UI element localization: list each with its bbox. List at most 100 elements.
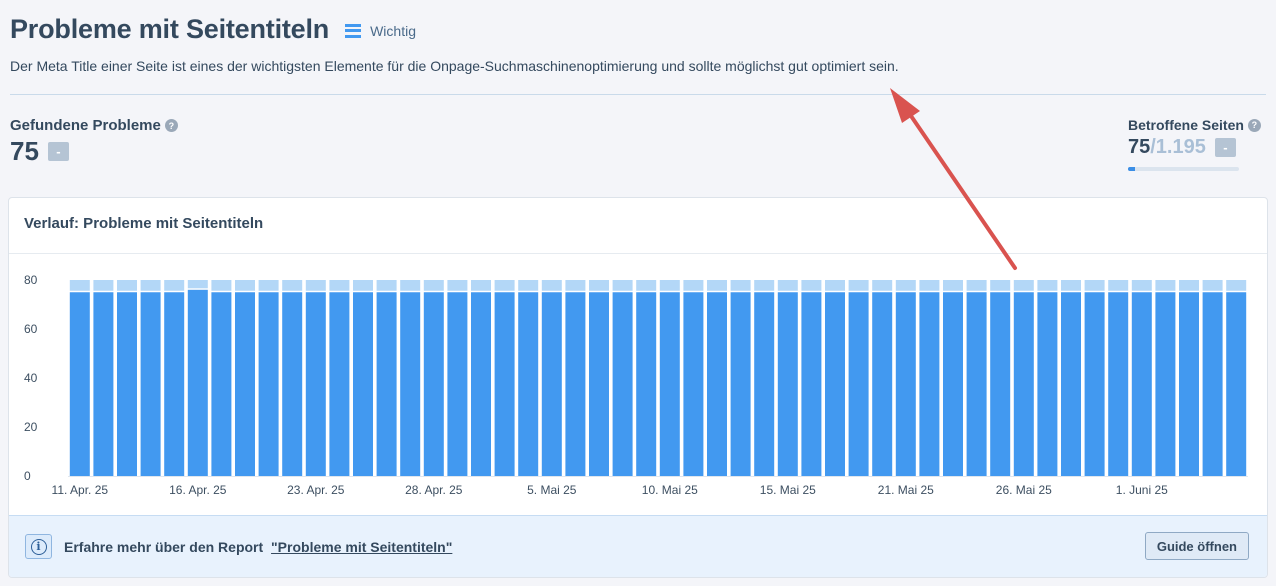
bar-segment-main[interactable] xyxy=(825,292,845,476)
bar-segment-top[interactable] xyxy=(1084,280,1105,291)
bar-segment-top[interactable] xyxy=(400,280,421,291)
open-guide-button[interactable]: Guide öffnen xyxy=(1144,532,1249,560)
bar-segment-top[interactable] xyxy=(282,280,303,291)
bar-segment-main[interactable] xyxy=(872,292,893,476)
bar-segment-top[interactable] xyxy=(848,280,869,291)
bar-segment-main[interactable] xyxy=(589,292,609,476)
bar-segment-top[interactable] xyxy=(589,280,609,291)
bar-segment-top[interactable] xyxy=(825,280,845,291)
bar-segment-top[interactable] xyxy=(93,280,114,291)
bar-segment-main[interactable] xyxy=(447,292,468,476)
bar-segment-main[interactable] xyxy=(117,292,137,476)
bar-segment-main[interactable] xyxy=(730,292,751,476)
bar-segment-main[interactable] xyxy=(919,292,940,476)
bar-segment-main[interactable] xyxy=(1037,292,1058,476)
bar-segment-main[interactable] xyxy=(1179,292,1199,476)
bar-segment-main[interactable] xyxy=(1013,292,1034,476)
bar-segment-main[interactable] xyxy=(164,292,185,476)
bar-segment-top[interactable] xyxy=(211,280,232,291)
bar-segment-top[interactable] xyxy=(801,280,822,291)
bar-segment-main[interactable] xyxy=(565,292,586,476)
bar-segment-top[interactable] xyxy=(1108,280,1129,291)
bar-segment-main[interactable] xyxy=(1226,292,1247,476)
bar-segment-main[interactable] xyxy=(305,292,326,476)
bar-segment-top[interactable] xyxy=(966,280,987,291)
bar-segment-main[interactable] xyxy=(777,292,798,476)
bar-segment-top[interactable] xyxy=(258,280,279,291)
help-icon[interactable]: ? xyxy=(1247,118,1261,132)
bar-segment-main[interactable] xyxy=(895,292,916,476)
bar-segment-main[interactable] xyxy=(400,292,421,476)
bar-segment-top[interactable] xyxy=(872,280,893,291)
bar-segment-main[interactable] xyxy=(1202,292,1223,476)
bar-segment-main[interactable] xyxy=(1084,292,1105,476)
bar-segment-top[interactable] xyxy=(612,280,633,291)
bar-segment-top[interactable] xyxy=(1202,280,1223,291)
bar-segment-main[interactable] xyxy=(1108,292,1129,476)
bar-segment-top[interactable] xyxy=(1037,280,1058,291)
bar-segment-top[interactable] xyxy=(471,280,491,291)
bar-segment-main[interactable] xyxy=(329,292,350,476)
bar-segment-main[interactable] xyxy=(1061,292,1081,476)
bar-segment-main[interactable] xyxy=(754,292,775,476)
bar-segment-top[interactable] xyxy=(69,280,90,291)
bar-segment-top[interactable] xyxy=(565,280,586,291)
bar-segment-top[interactable] xyxy=(423,280,444,291)
bar-segment-top[interactable] xyxy=(919,280,940,291)
bar-segment-top[interactable] xyxy=(1061,280,1081,291)
bar-segment-top[interactable] xyxy=(659,280,680,291)
bar-segment-top[interactable] xyxy=(1226,280,1247,291)
bar-segment-main[interactable] xyxy=(1155,292,1176,476)
bar-segment-main[interactable] xyxy=(187,289,208,476)
bar-segment-top[interactable] xyxy=(164,280,185,291)
bar-segment-top[interactable] xyxy=(140,280,161,291)
bar-segment-top[interactable] xyxy=(447,280,468,291)
bar-segment-top[interactable] xyxy=(305,280,326,291)
bar-segment-main[interactable] xyxy=(494,292,515,476)
bar-segment-top[interactable] xyxy=(730,280,751,291)
bar-segment-main[interactable] xyxy=(353,292,373,476)
bar-segment-main[interactable] xyxy=(258,292,279,476)
bar-segment-top[interactable] xyxy=(1155,280,1176,291)
bar-segment-top[interactable] xyxy=(329,280,350,291)
bar-segment-top[interactable] xyxy=(683,280,704,291)
bar-segment-top[interactable] xyxy=(541,280,562,291)
bar-segment-main[interactable] xyxy=(683,292,704,476)
bar-segment-top[interactable] xyxy=(943,280,963,291)
bar-segment-main[interactable] xyxy=(69,292,90,476)
bar-segment-main[interactable] xyxy=(235,292,255,476)
bar-segment-top[interactable] xyxy=(353,280,373,291)
bar-segment-main[interactable] xyxy=(990,292,1011,476)
bar-segment-top[interactable] xyxy=(707,280,727,291)
bar-segment-main[interactable] xyxy=(659,292,680,476)
bar-segment-top[interactable] xyxy=(376,280,397,291)
bar-segment-top[interactable] xyxy=(777,280,798,291)
bar-segment-main[interactable] xyxy=(1131,292,1152,476)
bar-segment-main[interactable] xyxy=(423,292,444,476)
bar-segment-top[interactable] xyxy=(1013,280,1034,291)
bar-segment-top[interactable] xyxy=(187,280,208,289)
help-icon[interactable]: ? xyxy=(164,119,178,132)
bar-segment-top[interactable] xyxy=(895,280,916,291)
bar-segment-top[interactable] xyxy=(636,280,657,291)
bar-segment-top[interactable] xyxy=(1131,280,1152,291)
bar-segment-top[interactable] xyxy=(754,280,775,291)
bar-segment-main[interactable] xyxy=(211,292,232,476)
bar-segment-main[interactable] xyxy=(140,292,161,476)
bar-segment-main[interactable] xyxy=(636,292,657,476)
bar-segment-main[interactable] xyxy=(518,292,539,476)
bar-segment-top[interactable] xyxy=(990,280,1011,291)
bar-segment-top[interactable] xyxy=(518,280,539,291)
bar-segment-main[interactable] xyxy=(93,292,114,476)
bar-segment-main[interactable] xyxy=(943,292,963,476)
bar-segment-main[interactable] xyxy=(376,292,397,476)
bar-segment-top[interactable] xyxy=(235,280,255,291)
bar-segment-main[interactable] xyxy=(612,292,633,476)
report-guide-link[interactable]: "Probleme mit Seitentiteln" xyxy=(271,539,452,555)
bar-segment-top[interactable] xyxy=(494,280,515,291)
bar-segment-top[interactable] xyxy=(1179,280,1199,291)
bar-segment-main[interactable] xyxy=(966,292,987,476)
bar-segment-main[interactable] xyxy=(801,292,822,476)
bar-segment-top[interactable] xyxy=(117,280,137,291)
bar-segment-main[interactable] xyxy=(707,292,727,476)
